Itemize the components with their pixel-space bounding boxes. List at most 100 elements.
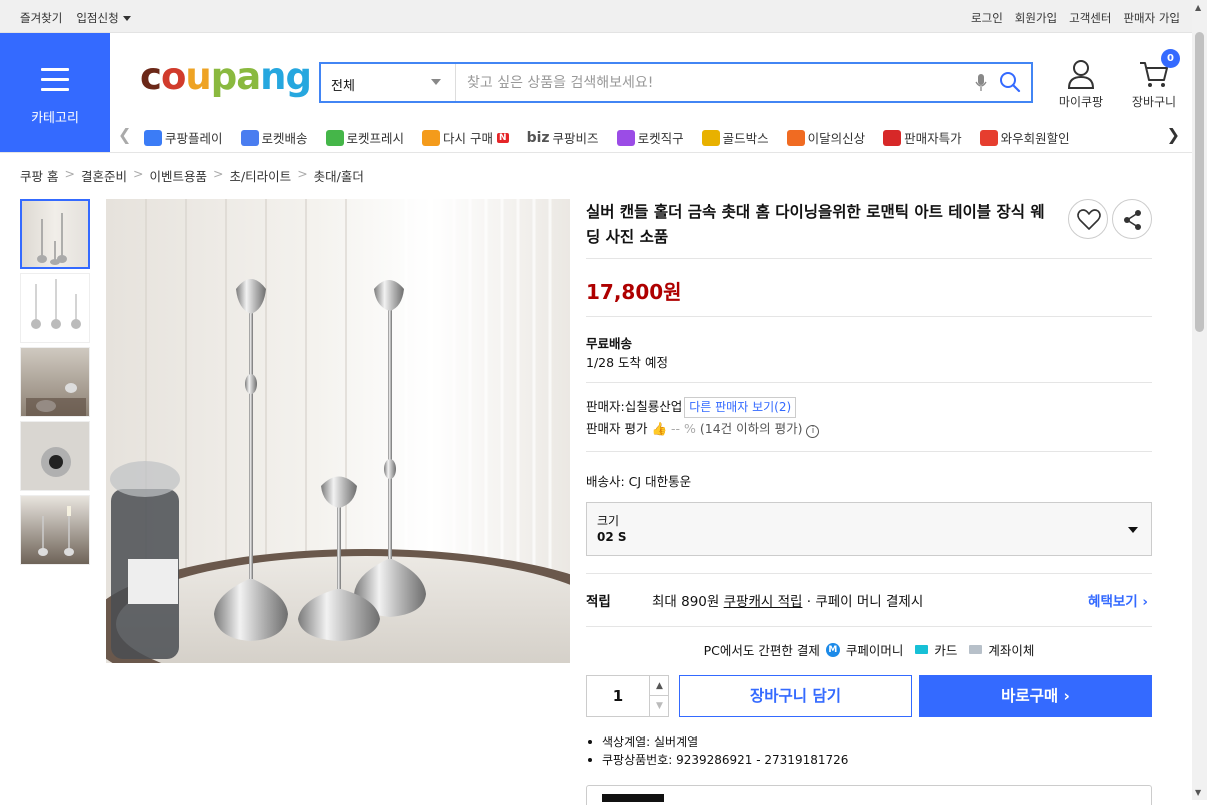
nav-item-3[interactable]: 다시 구매 N [422,128,509,147]
customer-center-link[interactable]: 고객센터 [1069,10,1111,26]
cart-button[interactable]: 0 장바구니 [1126,49,1182,110]
seller-info: 판매자:십칠룡산업 다른 판매자 보기(2) 판매자 평가 👍 -- % (14건… [586,396,820,440]
arrival-date: 1/28 도착 예정 [586,355,669,370]
nav-item-4[interactable]: biz 쿠팡비즈 [527,128,599,147]
search-input[interactable] [457,64,957,101]
size-option-select[interactable]: 크기 02 S [586,502,1152,556]
product-title: 실버 캔들 홀더 금속 촛대 홈 다이닝을위한 로맨틱 아트 테이블 장식 웨딩… [586,203,1045,246]
microphone-icon[interactable] [975,73,987,93]
heart-icon [1077,209,1101,230]
cart-label: 장바구니 [1131,95,1177,109]
breadcrumb-home[interactable]: 쿠팡 홈 [20,166,58,185]
nav-item-6[interactable]: 골드박스 [701,128,769,147]
nav-item-label: 로켓직구 [637,131,684,146]
thumbnail-5[interactable] [20,495,90,565]
scroll-up-icon[interactable]: ▲ [1195,3,1201,12]
nav-item-8[interactable]: 판매자특가 [883,128,962,147]
category-menu-button[interactable]: 카테고리 [0,33,110,152]
breadcrumb-wedding[interactable]: 결혼준비 [81,166,127,185]
seller-signup-link[interactable]: 판매자 가입 [1123,10,1180,26]
promo-box [586,785,1152,805]
divider [586,626,1152,627]
new-bag-icon [786,129,805,146]
user-icon [1067,60,1095,89]
option-value: 02 S [597,530,627,544]
dropdown-arrow-icon [1128,527,1138,533]
divider [586,258,1152,259]
breadcrumb: 쿠팡 홈 > 결혼준비 > 이벤트용품 > 초/티라이트 > 촛대/홀더 [20,166,364,185]
reward-amount: 최대 890원 [652,594,720,610]
top-utility-bar: 즐겨찾기 입점신청 로그인 회원가입 고객센터 판매자 가입 [0,0,1192,33]
breadcrumb-event[interactable]: 이벤트용품 [149,166,207,185]
shipping-info: 무료배송 1/28 도착 예정 [586,334,668,372]
reward-condition: · 쿠페이 머니 결제시 [806,594,924,610]
wow-icon [979,129,998,146]
breadcrumb-separator-icon: > [212,166,224,181]
thumbnail-4[interactable] [20,421,90,491]
other-sellers-button[interactable]: 다른 판매자 보기(2) [684,397,797,418]
breadcrumb-candles[interactable]: 초/티라이트 [229,166,291,185]
divider [586,451,1152,452]
quantity-increase-icon[interactable]: ▲ [649,676,669,696]
scroll-down-icon[interactable]: ▼ [1195,788,1201,797]
search-icon[interactable] [999,71,1021,93]
seller-apply-label: 입점신청 [76,11,119,25]
wishlist-button[interactable] [1068,199,1108,239]
benefits-link[interactable]: 혜택보기 › [1088,590,1148,610]
login-link[interactable]: 로그인 [971,10,1003,26]
coupang-cash-link[interactable]: 쿠팡캐시 적립 [724,594,803,610]
info-icon[interactable]: i [806,425,820,438]
mypage-button[interactable]: 마이쿠팡 [1053,58,1109,110]
scrollbar-thumb[interactable] [1195,32,1204,332]
nav-item-1[interactable]: 로켓배송 [240,128,308,147]
chevron-right-icon: › [1142,594,1148,610]
rocket-icon [240,129,259,146]
thumbnail-3[interactable] [20,347,90,417]
breadcrumb-holder[interactable]: 촛대/홀더 [314,166,364,185]
breadcrumb-separator-icon: > [64,166,75,181]
add-to-cart-button[interactable]: 장바구니 담기 [679,675,912,717]
nav-item-9[interactable]: 와우회원할인 [979,128,1070,147]
signup-link[interactable]: 회원가입 [1015,10,1057,26]
nav-item-label: 골드박스 [722,131,769,146]
thumbnail-1[interactable] [20,199,90,269]
nav-item-7[interactable]: 이달의신상 [786,128,866,147]
new-badge-icon: N [497,132,509,143]
nav-item-2[interactable]: 로켓프레시 [325,128,405,147]
global-rocket-icon [616,129,635,146]
share-button[interactable] [1112,199,1152,239]
detail-product-number: 쿠팡상품번호: 9239286921 - 27319181726 [587,753,849,767]
buy-now-button[interactable]: 바로구매 › [919,675,1152,717]
seller-rating-value: -- % [671,421,696,436]
page-scrollbar[interactable]: ▲ ▼ [1192,0,1207,800]
quantity-decrease-icon[interactable]: ▼ [649,696,669,716]
pay-title: PC에서도 간편한 결제 [703,643,820,658]
option-label: 크기 [597,514,620,528]
bookmark-link[interactable]: 즐겨찾기 [20,10,62,26]
category-label: 카테고리 [31,111,79,126]
seller-apply-link[interactable]: 입점신청 [76,10,131,26]
nav-item-label: 로켓프레시 [346,131,405,146]
nav-item-label: 이달의신상 [807,131,866,146]
shipping-label: 무료배송 [586,336,633,351]
service-nav: ❮ 쿠팡플레이 로켓배송 로켓프레시 다시 구매 N biz 쿠팡비즈 로켓직구 골드박스 이달의… [110,122,1192,152]
main-product-image[interactable] [106,199,570,663]
service-nav-items: 쿠팡플레이 로켓배송 로켓프레시 다시 구매 N biz 쿠팡비즈 로켓직구 골드박스 이달의신상… [144,128,1070,147]
nav-next-icon[interactable]: ❯ [1167,125,1180,144]
product-price: 17,800원 [586,280,682,304]
nav-item-0[interactable]: 쿠팡플레이 [144,128,223,147]
pay-transfer: 계좌이체 [988,643,1035,658]
seller-name[interactable]: 십칠룡산업 [625,399,683,414]
seller-rating-label: 판매자 평가 [586,421,648,436]
carrier-info: 배송사: CJ 대한통운 [586,474,692,489]
coupang-logo[interactable]: coupang [140,58,312,95]
quantity-value[interactable]: 1 [587,687,649,705]
nav-item-5[interactable]: 로켓직구 [616,128,684,147]
pc-payment-info: PC에서도 간편한 결제 M 쿠페이머니 카드 계좌이체 [586,640,1152,659]
pay-card: 카드 [934,643,958,658]
thumbnail-2[interactable] [20,273,90,343]
search-category-select[interactable]: 전체 [321,64,456,101]
nav-prev-icon[interactable]: ❮ [118,125,131,144]
percent-icon [883,129,902,146]
fresh-rocket-icon [325,129,344,146]
